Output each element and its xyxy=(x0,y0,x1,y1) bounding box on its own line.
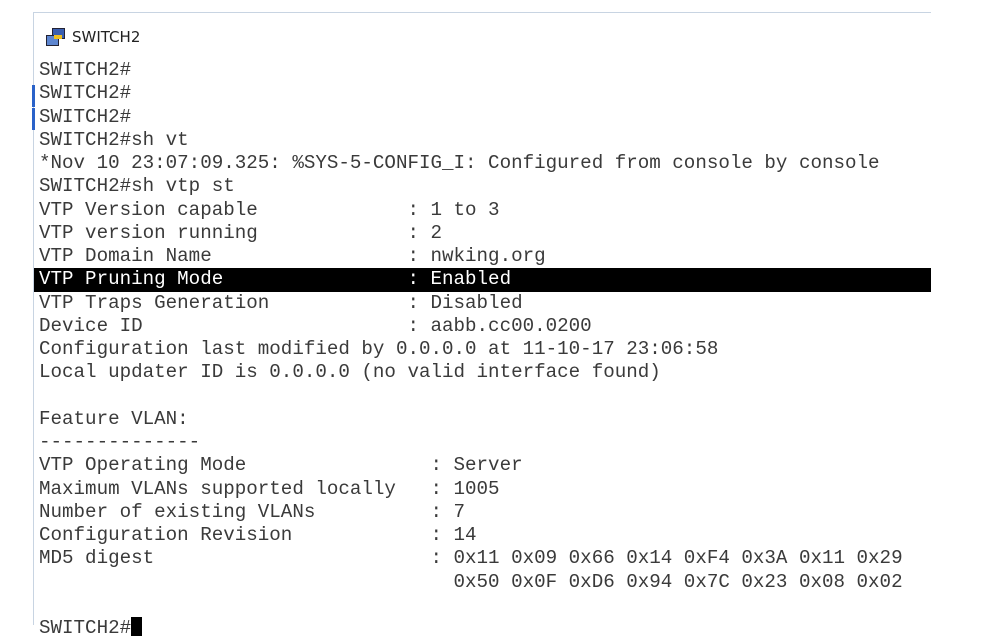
terminal-line: *Nov 10 23:07:09.325: %SYS-5-CONFIG_I: C… xyxy=(39,152,880,174)
terminal-line: Device ID : aabb.cc00.0200 xyxy=(39,314,592,337)
title-bar: SWITCH2 xyxy=(46,25,140,49)
terminal-line: SWITCH2#sh vt xyxy=(39,128,189,151)
terminal-line: -------------- xyxy=(39,431,201,453)
window-title: SWITCH2 xyxy=(72,28,141,46)
terminal-line: 0x50 0x0F 0xD6 0x94 0x7C 0x23 0x08 0x02 xyxy=(39,570,903,593)
terminal-line: SWITCH2# xyxy=(39,82,132,105)
terminal-line: VTP version running : 2 xyxy=(39,221,443,244)
terminal-line: Configuration Revision : 14 xyxy=(39,524,477,546)
terminal-line: VTP Operating Mode : Server xyxy=(39,454,523,477)
terminal-line: Local updater ID is 0.0.0.0 (no valid in… xyxy=(39,361,661,384)
terminal-line: SWITCH2# xyxy=(39,105,132,128)
terminal-line: SWITCH2# xyxy=(39,59,132,81)
terminal-line: MD5 digest : 0x11 0x09 0x66 0x14 0xF4 0x… xyxy=(39,547,903,570)
terminal-line: Feature VLAN: xyxy=(39,407,189,430)
terminal-line: VTP Domain Name : nwking.org xyxy=(39,245,546,267)
terminal-window: SWITCH2 SWITCH2# SWITCH2# SWITCH2# SWITCH2#… xyxy=(32,12,931,639)
terminal-line: SWITCH2# xyxy=(34,617,931,640)
terminal-line: Maximum VLANs supported locally : 1005 xyxy=(39,477,500,500)
terminal-line: Configuration last modified by 0.0.0.0 a… xyxy=(39,338,719,360)
highlighted-terminal-line: VTP Pruning Mode : Enabled xyxy=(34,268,931,292)
terminal-line: VTP Version capable : 1 to 3 xyxy=(39,198,500,221)
terminal-line: Number of existing VLANs : 7 xyxy=(39,500,466,523)
terminal-line: VTP Traps Generation : Disabled xyxy=(39,291,523,314)
terminal-output[interactable]: SWITCH2# SWITCH2# SWITCH2# SWITCH2#sh vt *No… xyxy=(34,59,931,640)
network-terminal-icon xyxy=(46,28,66,46)
terminal-line: SWITCH2#sh vtp st xyxy=(39,175,235,198)
text-cursor xyxy=(131,617,143,636)
